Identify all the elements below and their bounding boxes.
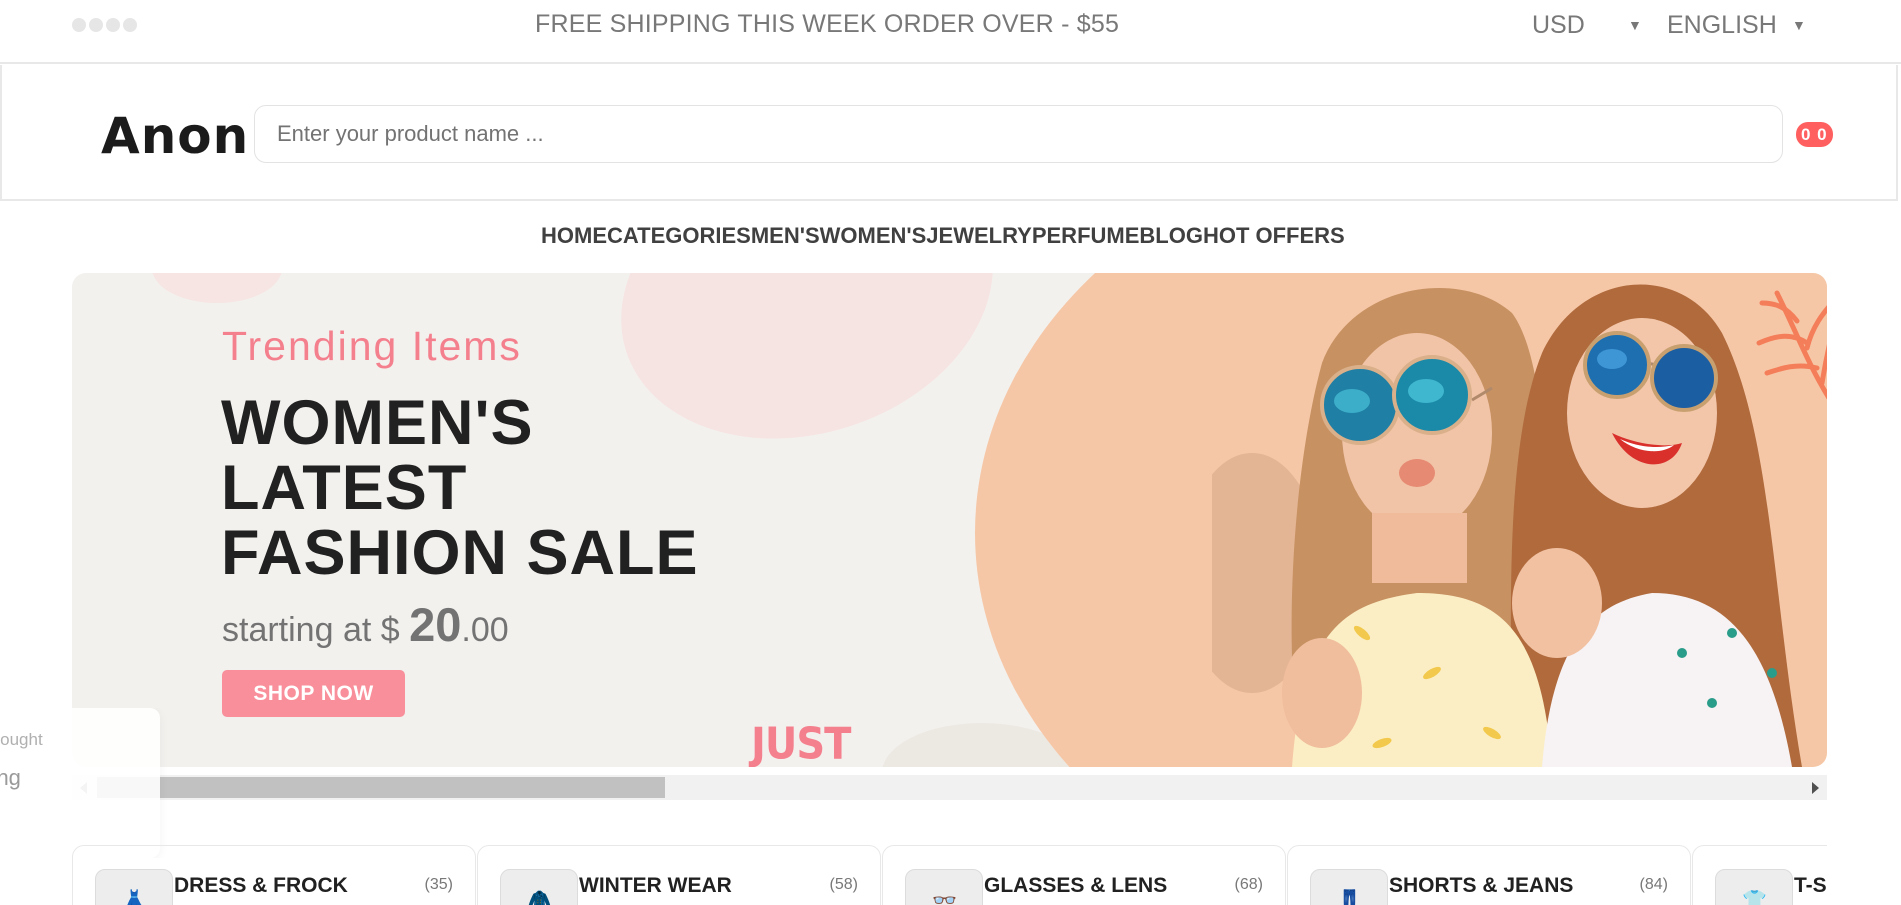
scrollbar-thumb[interactable] xyxy=(97,777,665,798)
category-count: (58) xyxy=(829,876,858,893)
currency-value: USD xyxy=(1532,11,1585,39)
chevron-down-icon: ▼ xyxy=(1792,17,1806,33)
banner-price: starting at $ 20.00 xyxy=(222,597,509,652)
scroll-right-icon[interactable] xyxy=(1812,782,1819,794)
cart-count-badge[interactable]: 0 0 xyxy=(1796,122,1833,147)
chevron-down-icon: ▼ xyxy=(1628,17,1642,33)
category-name: SHORTS & JEANS xyxy=(1389,874,1574,897)
language-value: ENGLISH xyxy=(1667,11,1777,39)
tshirt-icon: 👕 xyxy=(1715,869,1793,905)
category-card[interactable]: 👖 SHORTS & JEANS (84) xyxy=(1287,845,1691,905)
hero-models-image xyxy=(1212,284,1802,767)
coat-icon: 🧥 xyxy=(500,869,578,905)
site-logo[interactable]: Anon xyxy=(101,107,249,165)
shop-now-button[interactable]: SHOP NOW xyxy=(222,670,405,717)
purchase-notification-toast[interactable]: Someone just bought Earring xyxy=(0,708,170,858)
category-card[interactable]: 👓 GLASSES & LENS (68) xyxy=(882,845,1286,905)
jeans-icon: 👖 xyxy=(1310,869,1388,905)
decor-shape xyxy=(152,273,282,303)
banner-horizontal-scrollbar[interactable] xyxy=(72,775,1827,800)
hero-banner: Trending Items WOMEN'S LATEST FASHION SA… xyxy=(72,273,1827,767)
category-name: GLASSES & LENS xyxy=(984,874,1168,897)
nav-item-jewelry[interactable]: JEWELRY xyxy=(926,223,1032,249)
category-card[interactable]: 👗 DRESS & FROCK (35) xyxy=(72,845,476,905)
category-name: T-SHIRTS xyxy=(1794,874,1827,897)
banner-title: WOMEN'S LATEST FASHION SALE xyxy=(221,388,699,588)
nav-item-categories[interactable]: CATEGORIES xyxy=(607,223,751,249)
category-count: (68) xyxy=(1234,876,1263,893)
top-announcement-bar: FREE SHIPPING THIS WEEK ORDER OVER - $55… xyxy=(0,0,1901,64)
category-count: (35) xyxy=(424,876,453,893)
category-card[interactable]: 👕 T-SHIRTS xyxy=(1692,845,1827,905)
category-list: 👗 DRESS & FROCK (35) 🧥 WINTER WEAR (58) … xyxy=(72,845,1827,905)
main-header: Anon 0 0 xyxy=(0,65,1898,201)
glasses-icon: 👓 xyxy=(905,869,983,905)
category-card[interactable]: 🧥 WINTER WEAR (58) xyxy=(477,845,881,905)
price-cents: .00 xyxy=(461,611,509,649)
toast-card: Someone just bought Earring xyxy=(0,708,160,858)
search-input[interactable] xyxy=(254,105,1783,163)
linkedin-icon[interactable] xyxy=(123,18,137,32)
facebook-icon[interactable] xyxy=(72,18,86,32)
social-links xyxy=(72,18,137,32)
instagram-icon[interactable] xyxy=(106,18,120,32)
nav-item-home[interactable]: HOME xyxy=(541,223,607,249)
toast-product: Earring xyxy=(0,765,21,790)
language-select[interactable]: ENGLISH ▼ xyxy=(1667,11,1806,40)
category-name: WINTER WEAR xyxy=(579,874,732,897)
banner-subtitle: Trending Items xyxy=(222,323,522,369)
category-name: DRESS & FROCK xyxy=(174,874,348,897)
nav-item-hot-offers[interactable]: HOT OFFERS xyxy=(1203,223,1345,249)
category-count: (84) xyxy=(1639,876,1668,893)
twitter-icon[interactable] xyxy=(89,18,103,32)
banner-decor-text: JUST xyxy=(751,718,851,767)
price-prefix: starting at $ xyxy=(222,611,410,649)
main-nav: HOME CATEGORIES MEN'S WOMEN'S JEWELRY PE… xyxy=(541,223,1345,249)
nav-item-perfume[interactable]: PERFUME xyxy=(1032,223,1140,249)
shipping-announcement: FREE SHIPPING THIS WEEK ORDER OVER - $55 xyxy=(535,10,1120,38)
price-whole: 20 xyxy=(409,598,462,651)
nav-item-blog[interactable]: BLOG xyxy=(1139,223,1203,249)
nav-item-womens[interactable]: WOMEN'S xyxy=(820,223,927,249)
toast-message: Someone just bought xyxy=(0,730,43,749)
currency-select[interactable]: USD ▼ xyxy=(1532,11,1642,40)
dress-icon: 👗 xyxy=(95,869,173,905)
nav-item-mens[interactable]: MEN'S xyxy=(751,223,820,249)
